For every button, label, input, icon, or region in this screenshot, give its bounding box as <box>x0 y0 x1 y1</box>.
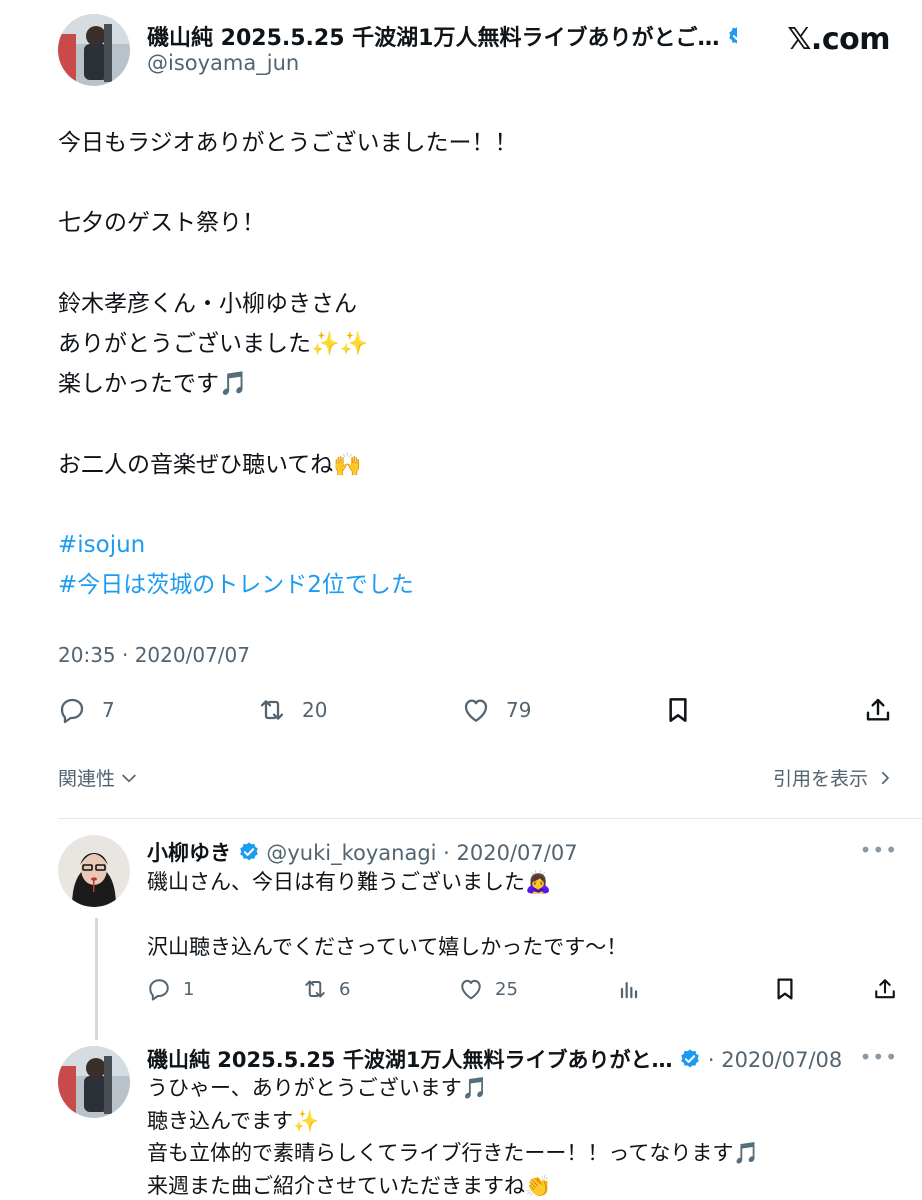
bookmark-button[interactable] <box>771 975 799 1003</box>
chevron-right-icon <box>881 771 889 784</box>
retweet-icon <box>305 980 325 998</box>
reply-meta[interactable]: · 2020/07/08 <box>708 1048 842 1072</box>
reply-line: 音も立体的で素晴らしくてライブ行きたーー！！ってなります🎵 <box>147 1141 760 1165</box>
reply-count: 7 <box>102 698 115 722</box>
bookmark-icon <box>669 698 687 722</box>
reply-button[interactable]: 7 <box>56 694 115 726</box>
reply-line: うひゃー、ありがとうございます🎵 <box>147 1076 488 1100</box>
bookmark-icon <box>777 978 793 1000</box>
bookmark-button[interactable] <box>662 694 694 726</box>
reply-text: 磯山さん、今日は有り難うございました🙇‍♀️ 沢山聴き込んでくださっていて嬉しか… <box>147 866 627 964</box>
tweet-actions: 7 20 79 <box>56 694 902 732</box>
tweet-line <box>58 163 878 203</box>
analytics-icon <box>620 982 638 999</box>
more-icon[interactable]: ••• <box>860 1045 898 1069</box>
reply-meta[interactable]: @yuki_koyanagi · 2020/07/07 <box>266 841 577 865</box>
view-quotes-label: 引用を表示 <box>772 768 868 790</box>
verified-badge-icon <box>679 1048 701 1075</box>
more-icon[interactable]: ••• <box>860 838 898 862</box>
sort-relevance-dropdown[interactable]: 関連性 <box>58 764 139 791</box>
retweet-button[interactable]: 20 <box>256 694 327 726</box>
reply-avatar[interactable] <box>58 1046 130 1118</box>
reply-line: 磯山さん、今日は有り難うございました🙇‍♀️ <box>147 870 552 894</box>
tweet-line: 今日もラジオありがとうございましたー！！ <box>58 130 518 156</box>
tweet-line: お二人の音楽ぜひ聴いてね🙌 <box>58 451 362 478</box>
reply-line: 来週また曲ご紹介させていただきますね👏 <box>147 1173 552 1198</box>
reply-text: うひゃー、ありがとうございます🎵 聴き込んでます✨ 音も立体的で素晴らしくてライ… <box>147 1072 759 1200</box>
like-count: 79 <box>506 698 532 722</box>
reply-actions: 1 6 25 <box>145 975 905 1007</box>
tweet-line <box>58 244 878 284</box>
author-name[interactable]: 磯山純 2025.5.25 千波湖1万人無料ライブありがとご… <box>147 20 737 53</box>
reply-icon <box>60 698 84 724</box>
reply-header: 磯山純 2025.5.25 千波湖1万人無料ライブありがと… · 2020/07… <box>147 1044 842 1075</box>
reply-avatar[interactable] <box>58 835 130 907</box>
tweet-line: 楽しかったです🎵 <box>58 371 248 398</box>
share-icon <box>866 698 890 721</box>
retweet-button[interactable]: 6 <box>301 975 350 1003</box>
divider <box>58 818 922 819</box>
x-logo: 𝕏.com <box>787 22 890 57</box>
reply-line: 聴き込んでます✨ <box>147 1108 320 1133</box>
thread-connector <box>95 918 98 1040</box>
tweet-line: 鈴木孝彦くん・小柳ゆきさん <box>58 290 357 317</box>
share-button[interactable] <box>871 975 899 1003</box>
author-avatar[interactable] <box>58 14 130 86</box>
retweet-count: 20 <box>302 698 328 722</box>
verified-badge-icon <box>727 25 737 53</box>
analytics-button[interactable] <box>615 975 643 1003</box>
author-handle[interactable]: @isoyama_jun <box>147 51 299 75</box>
tweet-line <box>58 485 878 525</box>
tweet-timestamp[interactable]: 20:35 · 2020/07/07 <box>58 643 250 667</box>
tweet-line: 七夕のゲスト祭り！ <box>58 210 265 237</box>
reply-button[interactable]: 1 <box>145 975 194 1003</box>
tweet-line <box>58 404 878 444</box>
heart-icon <box>461 979 481 1000</box>
heart-icon <box>464 699 488 722</box>
tweet-line: ありがとうございました✨✨ <box>58 330 369 357</box>
reply-author-name[interactable]: 小柳ゆき <box>147 841 231 865</box>
like-button[interactable]: 79 <box>460 694 531 726</box>
sort-label: 関連性 <box>58 768 116 790</box>
hashtag-link[interactable]: #今日は茨城のトレンド2位でした <box>58 565 878 605</box>
tweet-text: 今日もラジオありがとうございましたー！！ 七夕のゲスト祭り！ 鈴木孝彦くん・小柳… <box>58 123 878 605</box>
verified-badge-icon <box>238 841 260 868</box>
share-icon <box>875 979 895 999</box>
reply-count: 1 <box>183 978 195 1000</box>
retweet-count: 6 <box>339 978 351 1000</box>
chevron-down-icon <box>122 774 136 782</box>
share-button[interactable] <box>862 694 894 726</box>
reply-line <box>147 899 627 932</box>
reply-header: 小柳ゆき @yuki_koyanagi · 2020/07/07 <box>147 837 578 868</box>
reply-icon <box>149 979 169 1001</box>
reply-author-name[interactable]: 磯山純 2025.5.25 千波湖1万人無料ライブありがと… <box>147 1048 672 1072</box>
view-quotes-link[interactable]: 引用を表示 <box>773 764 894 791</box>
retweet-icon <box>260 700 284 720</box>
reply-line: 沢山聴き込んでくださっていて嬉しかったです〜！ <box>147 935 628 959</box>
like-button[interactable]: 25 <box>457 975 518 1003</box>
like-count: 25 <box>495 978 518 1000</box>
hashtag-link[interactable]: #isojun <box>58 525 878 565</box>
